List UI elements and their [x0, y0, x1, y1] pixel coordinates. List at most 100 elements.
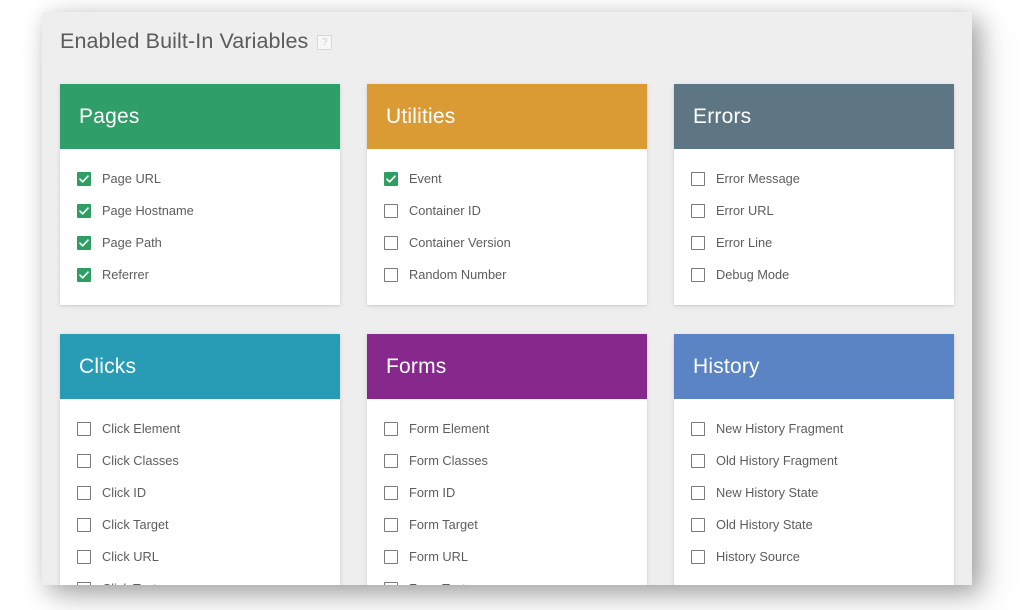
- variable-row[interactable]: Click Element: [77, 413, 340, 445]
- built-in-variables-panel: Enabled Built-In Variables ? Pages Page U…: [42, 12, 972, 585]
- variable-card-pages: Pages Page URL Page Hostname Page Path Refer…: [60, 84, 340, 305]
- checkbox-unchecked-icon[interactable]: [77, 422, 91, 436]
- variable-row[interactable]: Event: [384, 163, 647, 195]
- checkbox-unchecked-icon[interactable]: [384, 486, 398, 500]
- variable-label: Error Message: [716, 170, 800, 186]
- variable-label: Click ID: [102, 484, 147, 500]
- checkbox-unchecked-icon[interactable]: [384, 582, 398, 585]
- card-title: Utilities: [386, 105, 456, 128]
- checkbox-unchecked-icon[interactable]: [77, 550, 91, 564]
- checkbox-unchecked-icon[interactable]: [77, 518, 91, 532]
- variable-row[interactable]: Container ID: [384, 195, 647, 227]
- variable-card-forms: Forms Form Element Form Classes Form ID Form…: [367, 334, 647, 585]
- variable-row[interactable]: Old History State: [691, 509, 954, 541]
- card-body: Error Message Error URL Error Line Debug Mo…: [674, 149, 954, 305]
- variable-label: Referrer: [102, 266, 149, 282]
- checkbox-checked-icon[interactable]: [77, 204, 91, 218]
- variable-label: Form URL: [409, 548, 469, 564]
- variable-label: Debug Mode: [716, 266, 790, 282]
- variable-label: Form Target: [409, 516, 478, 532]
- card-body: Click Element Click Classes Click ID Click …: [60, 399, 340, 585]
- variable-row[interactable]: Container Version: [384, 227, 647, 259]
- variable-row[interactable]: Random Number: [384, 259, 647, 291]
- variable-row[interactable]: New History State: [691, 477, 954, 509]
- checkbox-unchecked-icon[interactable]: [691, 422, 705, 436]
- card-header: Utilities: [367, 84, 647, 149]
- checkbox-unchecked-icon[interactable]: [691, 236, 705, 250]
- variable-card-clicks: Clicks Click Element Click Classes Click ID…: [60, 334, 340, 585]
- checkbox-unchecked-icon[interactable]: [691, 550, 705, 564]
- variable-row[interactable]: Click ID: [77, 477, 340, 509]
- checkbox-checked-icon[interactable]: [77, 268, 91, 282]
- variable-row[interactable]: Page Hostname: [77, 195, 340, 227]
- card-body: Event Container ID Container Version Random…: [367, 149, 647, 305]
- card-body: Page URL Page Hostname Page Path Referrer: [60, 149, 340, 305]
- variable-label: New History State: [716, 484, 819, 500]
- variable-row[interactable]: Click Text: [77, 573, 340, 585]
- variable-row[interactable]: Form Text: [384, 573, 647, 585]
- variable-row[interactable]: Referrer: [77, 259, 340, 291]
- variable-row[interactable]: Click URL: [77, 541, 340, 573]
- checkbox-unchecked-icon[interactable]: [384, 422, 398, 436]
- variable-row[interactable]: Error URL: [691, 195, 954, 227]
- variable-card-utilities: Utilities Event Container ID Container Vers…: [367, 84, 647, 305]
- variable-row[interactable]: Click Target: [77, 509, 340, 541]
- variable-row[interactable]: Error Message: [691, 163, 954, 195]
- checkbox-unchecked-icon[interactable]: [77, 486, 91, 500]
- checkbox-unchecked-icon[interactable]: [77, 582, 91, 585]
- variable-row[interactable]: Form ID: [384, 477, 647, 509]
- checkbox-checked-icon[interactable]: [77, 172, 91, 186]
- variable-label: Container Version: [409, 234, 511, 250]
- card-title: Clicks: [79, 355, 137, 378]
- checkbox-unchecked-icon[interactable]: [384, 454, 398, 468]
- checkbox-checked-icon[interactable]: [77, 236, 91, 250]
- variable-label: Error URL: [716, 202, 774, 218]
- variable-label: Page Path: [102, 234, 162, 250]
- card-header: Forms: [367, 334, 647, 399]
- checkbox-unchecked-icon[interactable]: [384, 204, 398, 218]
- checkbox-unchecked-icon[interactable]: [691, 518, 705, 532]
- checkbox-unchecked-icon[interactable]: [691, 204, 705, 218]
- variable-label: History Source: [716, 548, 800, 564]
- variable-row[interactable]: Form Target: [384, 509, 647, 541]
- variable-row[interactable]: New History Fragment: [691, 413, 954, 445]
- variable-label: Error Line: [716, 234, 773, 250]
- checkbox-unchecked-icon[interactable]: [691, 454, 705, 468]
- checkbox-unchecked-icon[interactable]: [691, 268, 705, 282]
- checkbox-unchecked-icon[interactable]: [384, 518, 398, 532]
- variable-row[interactable]: Click Classes: [77, 445, 340, 477]
- checkbox-unchecked-icon[interactable]: [691, 486, 705, 500]
- variable-row[interactable]: Form URL: [384, 541, 647, 573]
- variable-row[interactable]: Error Line: [691, 227, 954, 259]
- variable-row[interactable]: Page URL: [77, 163, 340, 195]
- card-title: Forms: [386, 355, 447, 378]
- variable-label: Old History Fragment: [716, 452, 838, 468]
- variable-label: Click Element: [102, 420, 181, 436]
- question-mark-icon[interactable]: ?: [317, 34, 333, 50]
- checkbox-unchecked-icon[interactable]: [384, 268, 398, 282]
- variable-row[interactable]: Debug Mode: [691, 259, 954, 291]
- variable-label: Random Number: [409, 266, 507, 282]
- variable-card-errors: Errors Error Message Error URL Error Line De…: [674, 84, 954, 305]
- variable-row[interactable]: Form Classes: [384, 445, 647, 477]
- checkbox-unchecked-icon[interactable]: [77, 454, 91, 468]
- variable-label: New History Fragment: [716, 420, 844, 436]
- variable-row[interactable]: History Source: [691, 541, 954, 573]
- checkbox-unchecked-icon[interactable]: [384, 550, 398, 564]
- card-title: History: [693, 355, 760, 378]
- card-title: Pages: [79, 105, 140, 128]
- variable-row[interactable]: Form Element: [384, 413, 647, 445]
- checkbox-unchecked-icon[interactable]: [384, 236, 398, 250]
- variable-label: Form Classes: [409, 452, 488, 468]
- variable-row[interactable]: Old History Fragment: [691, 445, 954, 477]
- checkbox-unchecked-icon[interactable]: [691, 172, 705, 186]
- variable-label: Click Classes: [102, 452, 179, 468]
- card-body: New History Fragment Old History Fragment…: [674, 399, 954, 585]
- variable-card-history: History New History Fragment Old History F…: [674, 334, 954, 585]
- card-header: History: [674, 334, 954, 399]
- checkbox-checked-icon[interactable]: [384, 172, 398, 186]
- variable-label: Form Text: [409, 582, 466, 585]
- variable-label: Click Target: [102, 516, 169, 532]
- variable-row[interactable]: Page Path: [77, 227, 340, 259]
- card-title: Errors: [693, 105, 752, 128]
